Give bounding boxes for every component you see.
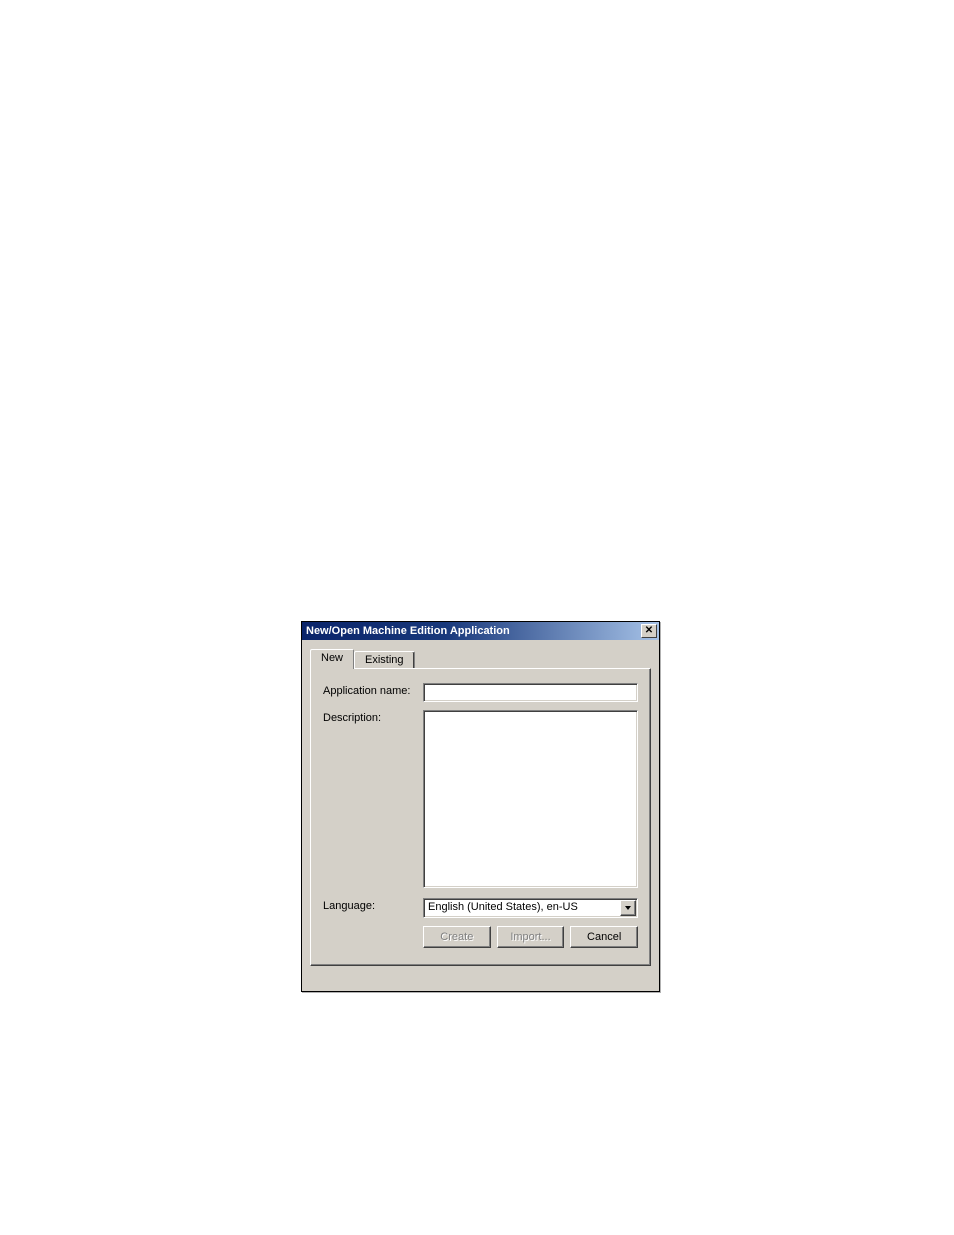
tab-existing[interactable]: Existing bbox=[354, 651, 415, 668]
row-description: Description: bbox=[323, 710, 638, 888]
close-icon: ✕ bbox=[645, 626, 653, 636]
tab-new[interactable]: New bbox=[310, 649, 354, 669]
titlebar[interactable]: New/Open Machine Edition Application ✕ bbox=[302, 622, 659, 640]
titlebar-title: New/Open Machine Edition Application bbox=[306, 625, 510, 637]
dialog-body: New Existing Application name: Descripti… bbox=[302, 640, 659, 974]
language-select-button[interactable] bbox=[620, 900, 636, 916]
button-row: Create Import... Cancel bbox=[323, 926, 638, 948]
tab-label: Existing bbox=[365, 654, 404, 666]
import-button[interactable]: Import... bbox=[497, 926, 565, 948]
create-button[interactable]: Create bbox=[423, 926, 491, 948]
description-textarea[interactable] bbox=[423, 710, 638, 888]
tabpanel-new: Application name: Description: Language:… bbox=[310, 668, 651, 966]
description-label: Description: bbox=[323, 710, 423, 724]
row-application-name: Application name: bbox=[323, 683, 638, 702]
tabstrip: New Existing bbox=[310, 648, 651, 668]
cancel-button[interactable]: Cancel bbox=[570, 926, 638, 948]
application-name-input[interactable] bbox=[423, 683, 638, 702]
new-open-application-dialog: New/Open Machine Edition Application ✕ N… bbox=[301, 621, 660, 992]
application-name-label: Application name: bbox=[323, 683, 423, 697]
language-select[interactable]: English (United States), en-US bbox=[423, 898, 638, 918]
chevron-down-icon bbox=[625, 906, 631, 910]
language-select-value: English (United States), en-US bbox=[424, 899, 619, 917]
row-language: Language: English (United States), en-US bbox=[323, 898, 638, 918]
tab-label: New bbox=[321, 652, 343, 664]
language-label: Language: bbox=[323, 898, 423, 912]
close-button[interactable]: ✕ bbox=[641, 624, 657, 638]
